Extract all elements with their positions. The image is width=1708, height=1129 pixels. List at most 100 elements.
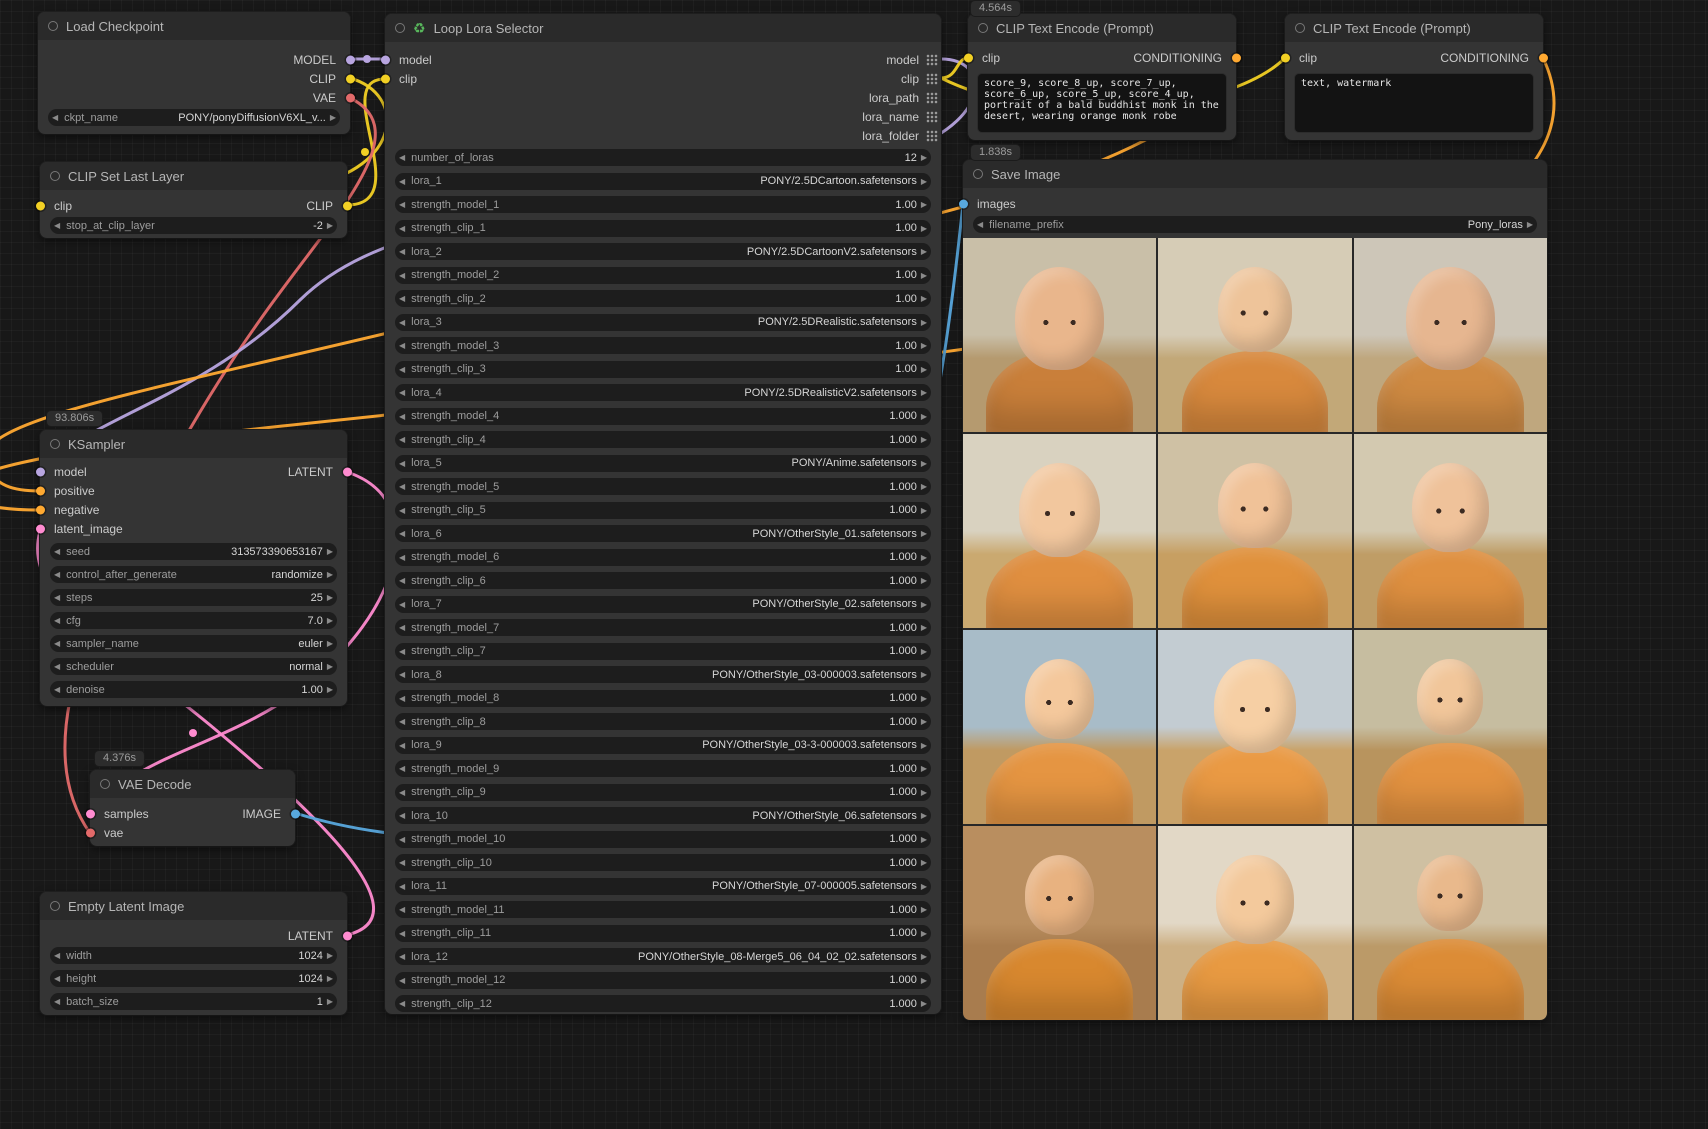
widget-sampler_name[interactable]: ◀sampler_nameeuler▶ [50,635,337,652]
widget-decrement-arrow[interactable]: ◀ [395,365,409,374]
widget-increment-arrow[interactable]: ▶ [323,639,337,648]
widget-strength_model_11[interactable]: ◀strength_model_111.000▶ [395,901,931,918]
widget-decrement-arrow[interactable]: ◀ [50,547,64,556]
widget-decrement-arrow[interactable]: ◀ [50,662,64,671]
widget-decrement-arrow[interactable]: ◀ [395,482,409,491]
conditioning-output-port[interactable] [1539,53,1548,62]
widget-increment-arrow[interactable]: ▶ [326,113,340,122]
lora-folder-output-grid-port[interactable] [926,130,938,142]
node-empty-latent-image[interactable]: Empty Latent Image LATENT ◀width1024▶◀he… [40,892,347,1015]
collapse-dot-icon[interactable] [100,779,110,789]
widget-width[interactable]: ◀width1024▶ [50,947,337,964]
widget-decrement-arrow[interactable]: ◀ [395,153,409,162]
widget-increment-arrow[interactable]: ▶ [917,858,931,867]
model-output-port[interactable] [346,55,355,64]
node-title-bar[interactable]: KSampler [40,430,347,458]
clip-input-port[interactable] [964,53,973,62]
widget-decrement-arrow[interactable]: ◀ [395,177,409,186]
widget-number_of_loras[interactable]: ◀number_of_loras12▶ [395,149,931,166]
widget-strength_clip_2[interactable]: ◀strength_clip_21.00▶ [395,290,931,307]
widget-cfg[interactable]: ◀cfg7.0▶ [50,612,337,629]
widget-increment-arrow[interactable]: ▶ [323,997,337,1006]
vae-output-port[interactable] [346,93,355,102]
widget-decrement-arrow[interactable]: ◀ [395,459,409,468]
widget-increment-arrow[interactable]: ▶ [917,788,931,797]
node-title-bar[interactable]: CLIP Text Encode (Prompt) [968,14,1236,42]
widget-increment-arrow[interactable]: ▶ [917,741,931,750]
widget-increment-arrow[interactable]: ▶ [917,177,931,186]
widget-increment-arrow[interactable]: ▶ [323,221,337,230]
widget-decrement-arrow[interactable]: ◀ [395,788,409,797]
widget-increment-arrow[interactable]: ▶ [917,647,931,656]
widget-strength_model_8[interactable]: ◀strength_model_81.000▶ [395,690,931,707]
collapse-dot-icon[interactable] [48,21,58,31]
collapse-dot-icon[interactable] [973,169,983,179]
widget-increment-arrow[interactable]: ▶ [323,547,337,556]
node-title-bar[interactable]: CLIP Text Encode (Prompt) [1285,14,1543,42]
node-title-bar[interactable]: VAE Decode [90,770,295,798]
widget-decrement-arrow[interactable]: ◀ [50,974,64,983]
node-clip-set-last-layer[interactable]: CLIP Set Last Layer clip CLIP ◀stop_at_c… [40,162,347,238]
widget-steps[interactable]: ◀steps25▶ [50,589,337,606]
widget-strength_clip_1[interactable]: ◀strength_clip_11.00▶ [395,220,931,237]
node-clip-text-encode-negative[interactable]: CLIP Text Encode (Prompt) clip CONDITION… [1285,14,1543,140]
clip-input-port[interactable] [1281,53,1290,62]
widget-strength_clip_10[interactable]: ◀strength_clip_101.000▶ [395,854,931,871]
widget-decrement-arrow[interactable]: ◀ [395,882,409,891]
widget-increment-arrow[interactable]: ▶ [917,952,931,961]
widget-decrement-arrow[interactable]: ◀ [50,685,64,694]
widget-decrement-arrow[interactable]: ◀ [395,247,409,256]
widget-increment-arrow[interactable]: ▶ [917,459,931,468]
widget-decrement-arrow[interactable]: ◀ [395,341,409,350]
widget-strength_model_9[interactable]: ◀strength_model_91.000▶ [395,760,931,777]
widget-increment-arrow[interactable]: ▶ [323,685,337,694]
widget-increment-arrow[interactable]: ▶ [917,153,931,162]
widget-increment-arrow[interactable]: ▶ [917,905,931,914]
widget-strength_clip_5[interactable]: ◀strength_clip_51.000▶ [395,502,931,519]
widget-strength_clip_12[interactable]: ◀strength_clip_121.000▶ [395,995,931,1012]
collapse-dot-icon[interactable] [395,23,405,33]
widget-increment-arrow[interactable]: ▶ [917,976,931,985]
latent-output-port[interactable] [343,467,352,476]
widget-decrement-arrow[interactable]: ◀ [395,999,409,1008]
widget-decrement-arrow[interactable]: ◀ [50,616,64,625]
widget-increment-arrow[interactable]: ▶ [917,435,931,444]
widget-decrement-arrow[interactable]: ◀ [395,576,409,585]
widget-filename_prefix[interactable]: ◀filename_prefixPony_loras▶ [973,216,1537,233]
widget-decrement-arrow[interactable]: ◀ [395,952,409,961]
widget-increment-arrow[interactable]: ▶ [917,623,931,632]
widget-decrement-arrow[interactable]: ◀ [973,220,987,229]
widget-lora_10[interactable]: ◀lora_10PONY/OtherStyle_06.safetensors▶ [395,807,931,824]
widget-increment-arrow[interactable]: ▶ [323,974,337,983]
widget-decrement-arrow[interactable]: ◀ [395,623,409,632]
prompt-text-input[interactable]: score_9, score_8_up, score_7_up, score_6… [978,74,1226,132]
widget-decrement-arrow[interactable]: ◀ [395,647,409,656]
widget-decrement-arrow[interactable]: ◀ [395,294,409,303]
conditioning-output-port[interactable] [1232,53,1241,62]
widget-increment-arrow[interactable]: ▶ [917,388,931,397]
widget-increment-arrow[interactable]: ▶ [323,593,337,602]
node-title-bar[interactable]: Load Checkpoint [38,12,350,40]
widget-decrement-arrow[interactable]: ◀ [395,200,409,209]
clip-output-port[interactable] [343,201,352,210]
node-title-bar[interactable]: Save Image [963,160,1547,188]
widget-stop_at_clip_layer[interactable]: ◀stop_at_clip_layer-2▶ [50,217,337,234]
widget-strength_model_12[interactable]: ◀strength_model_121.000▶ [395,972,931,989]
widget-decrement-arrow[interactable]: ◀ [395,929,409,938]
widget-increment-arrow[interactable]: ▶ [917,835,931,844]
widget-strength_clip_7[interactable]: ◀strength_clip_71.000▶ [395,643,931,660]
widget-strength_model_7[interactable]: ◀strength_model_71.000▶ [395,619,931,636]
widget-lora_9[interactable]: ◀lora_9PONY/OtherStyle_03-3-000003.safet… [395,737,931,754]
widget-lora_7[interactable]: ◀lora_7PONY/OtherStyle_02.safetensors▶ [395,596,931,613]
prompt-text-input[interactable]: text, watermark [1295,74,1533,132]
widget-decrement-arrow[interactable]: ◀ [50,570,64,579]
widget-decrement-arrow[interactable]: ◀ [395,318,409,327]
clip-input-port[interactable] [381,74,390,83]
widget-decrement-arrow[interactable]: ◀ [395,811,409,820]
widget-lora_5[interactable]: ◀lora_5PONY/Anime.safetensors▶ [395,455,931,472]
node-title-bar[interactable]: Empty Latent Image [40,892,347,920]
model-input-port[interactable] [36,467,45,476]
clip-output-grid-port[interactable] [926,73,938,85]
widget-lora_3[interactable]: ◀lora_3PONY/2.5DRealistic.safetensors▶ [395,314,931,331]
widget-strength_clip_3[interactable]: ◀strength_clip_31.00▶ [395,361,931,378]
